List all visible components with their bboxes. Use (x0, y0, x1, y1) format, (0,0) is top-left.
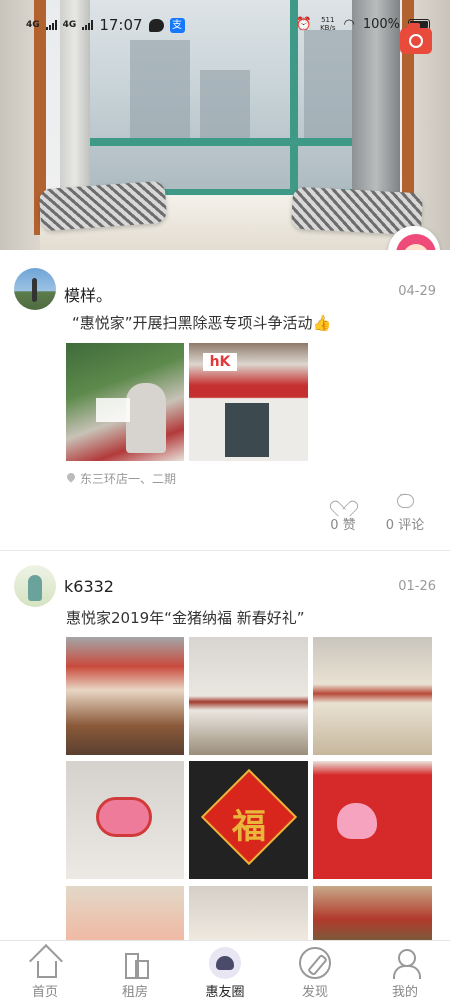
tab-label: 我的 (391, 985, 418, 1000)
signal-bars-icon (82, 20, 94, 30)
author-avatar[interactable] (14, 565, 56, 607)
post-location[interactable]: 东三环店一、二期 (66, 470, 176, 487)
post-card[interactable]: k6332 01-26 惠悦家2019年“金猪纳福 新春好礼” 福 (0, 550, 450, 941)
network-speed-value: 511 (321, 16, 335, 24)
post-photo[interactable] (66, 886, 184, 941)
comment-count: 0 评论 (385, 518, 425, 533)
building-icon (119, 947, 151, 979)
signal-label: 4G (62, 20, 77, 30)
status-bar: 4G 4G 17:07 支 ⏰ 511 KB/s ◠ 100% (0, 0, 450, 50)
pillow (38, 180, 168, 232)
alarm-icon: ⏰ (295, 16, 313, 32)
author-avatar[interactable] (14, 268, 56, 310)
peppa-pig-figure (337, 803, 377, 839)
tab-label: 租房 (121, 985, 148, 1000)
fu-character: 福 (232, 807, 266, 847)
location-text: 东三环店一、二期 (80, 472, 177, 486)
tab-home[interactable]: 首页 (0, 941, 90, 1002)
person-icon (389, 947, 421, 979)
wifi-icon: ◠ (343, 16, 355, 32)
alipay-notification-icon: 支 (169, 17, 185, 33)
home-icon (29, 947, 61, 979)
post-date: 01-26 (398, 579, 436, 594)
message-notification-icon (148, 18, 164, 32)
comment-bubble-icon (396, 490, 414, 508)
comment-button[interactable]: 0 评论 (380, 490, 430, 533)
tab-rent[interactable]: 租房 (90, 941, 180, 1002)
store-sign: hK (203, 353, 237, 371)
post-text: 惠悦家2019年“金猪纳福 新春好礼” (66, 609, 305, 627)
window-mullion (90, 138, 362, 146)
heart-icon (335, 494, 351, 508)
post-photo[interactable] (66, 637, 184, 755)
tab-label: 惠友圈 (205, 985, 245, 1000)
tab-label: 首页 (31, 985, 58, 1000)
post-photo[interactable] (313, 886, 432, 941)
cover-building (130, 40, 190, 138)
photo-flyer (96, 398, 130, 422)
store-door (225, 403, 269, 457)
camera-button[interactable] (400, 23, 432, 54)
tab-friends-circle[interactable]: 惠友圈 (180, 941, 270, 1002)
signal-label: 4G (26, 20, 40, 30)
author-name[interactable]: k6332 (64, 577, 114, 596)
tab-me[interactable]: 我的 (360, 941, 450, 1002)
post-photo[interactable] (189, 637, 308, 755)
post-photo[interactable]: hK (189, 343, 308, 461)
bottom-tab-bar: 首页 租房 惠友圈 发现 我的 (0, 940, 450, 1002)
status-time: 17:07 (99, 16, 143, 34)
network-speed: 511 KB/s (320, 16, 335, 32)
post-photo[interactable] (313, 761, 432, 879)
compass-icon (299, 947, 331, 979)
post-card[interactable]: 模样。 04-29 “惠悦家”开展扫黑除恶专项斗争活动👍 hK 东三环店一、二期… (0, 250, 450, 550)
photo-figure (126, 383, 166, 453)
post-text: “惠悦家”开展扫黑除恶专项斗争活动👍 (72, 314, 332, 332)
tab-discover[interactable]: 发现 (270, 941, 360, 1002)
battery-percent: 100% (362, 16, 400, 32)
signal-bars-icon (45, 20, 57, 30)
author-name[interactable]: 模样。 (64, 282, 112, 306)
tab-label: 发现 (301, 985, 328, 1000)
post-photo[interactable]: 福 (189, 761, 308, 879)
cover-building (200, 70, 250, 138)
network-speed-unit: KB/s (320, 24, 336, 32)
location-pin-icon (66, 473, 76, 485)
pig-lantern (96, 797, 152, 837)
post-photo[interactable] (189, 886, 308, 941)
post-date: 04-29 (398, 284, 436, 299)
post-photo[interactable] (66, 761, 184, 879)
post-photo[interactable] (66, 343, 184, 461)
friends-icon (209, 947, 241, 979)
like-button[interactable]: 0 赞 (318, 494, 368, 533)
like-count: 0 赞 (330, 518, 356, 533)
post-photo[interactable] (313, 637, 432, 755)
